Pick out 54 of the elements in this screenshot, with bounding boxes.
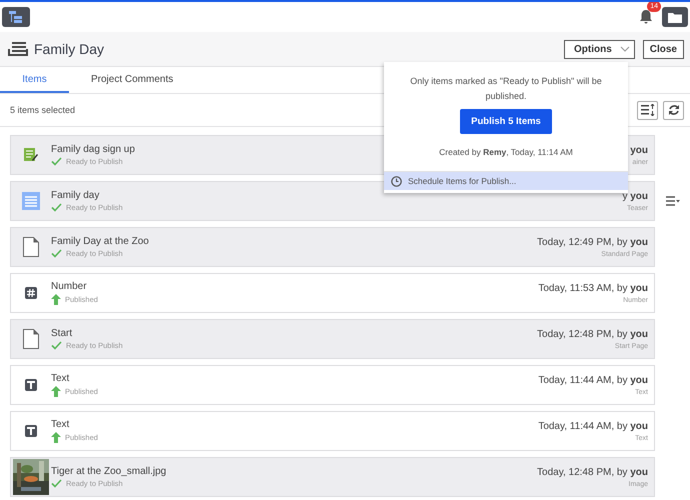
document-lines-icon: [22, 192, 40, 210]
check-icon: [51, 341, 62, 350]
modified-info: Today, 11:44 AM, by you: [538, 420, 648, 432]
text-type-icon: [25, 379, 37, 391]
modified-info: y you: [622, 190, 648, 202]
chevron-down-icon: [620, 46, 630, 52]
up-arrow-icon: [51, 432, 61, 443]
options-button[interactable]: Options: [564, 40, 635, 58]
item-name: Family Day at the Zoo: [51, 236, 149, 247]
close-button[interactable]: Close: [642, 40, 684, 58]
row-menu-icon[interactable]: [666, 196, 680, 206]
hash-icon: [25, 287, 37, 299]
item-name: Tiger at the Zoo_small.jpg: [51, 466, 166, 477]
check-icon: [51, 157, 62, 166]
folder-button[interactable]: [662, 7, 688, 27]
project-icon: [8, 41, 28, 57]
item-name: Family dag sign up: [51, 144, 135, 155]
sort-button[interactable]: [637, 100, 658, 120]
check-icon: [51, 203, 62, 212]
clock-icon: [391, 176, 402, 186]
selection-summary: 5 items selected: [10, 105, 76, 115]
refresh-button[interactable]: [663, 100, 684, 120]
bell-icon[interactable]: [638, 9, 654, 25]
publish-note: Only items marked as "Ready to Publish" will be published.: [409, 75, 603, 103]
item-name: Text: [51, 419, 70, 430]
modified-info: Today, 12:48 PM, by you: [537, 328, 648, 340]
tab[interactable]: Items: [0, 67, 69, 93]
item-name: Start: [51, 328, 74, 339]
item-name: Family day: [51, 190, 100, 201]
item-name: Text: [51, 373, 70, 384]
tree-icon: [9, 11, 23, 23]
up-arrow-icon: [51, 386, 61, 397]
tree-view-button[interactable]: [2, 7, 30, 27]
tab[interactable]: Project Comments: [69, 67, 190, 93]
modified-info: Today, 12:48 PM, by you: [537, 466, 648, 478]
modified-info: Today, 11:44 AM, by you: [538, 374, 648, 386]
check-icon: [51, 479, 62, 488]
check-icon: [51, 249, 62, 258]
modified-info: you: [630, 144, 648, 156]
refresh-icon: [668, 104, 680, 116]
modified-info: Today, 12:49 PM, by you: [537, 236, 648, 248]
folder-icon: [668, 12, 682, 22]
project-title: Family Day: [34, 41, 104, 57]
modified-info: Today, 11:53 AM, by you: [538, 282, 648, 294]
form-icon: [24, 148, 38, 162]
item-name: Number: [51, 281, 88, 292]
page-icon: [23, 237, 39, 257]
publish-button[interactable]: Publish 5 Items: [460, 109, 552, 134]
sort-icon: [640, 104, 654, 116]
page-icon: [23, 329, 39, 349]
created-info: Created by Remy, Today, 11:14 AM: [439, 147, 573, 157]
up-arrow-icon: [51, 294, 61, 305]
schedule-menu-item[interactable]: Schedule Items for Publish...: [384, 171, 628, 190]
text-type-icon: [25, 425, 37, 437]
